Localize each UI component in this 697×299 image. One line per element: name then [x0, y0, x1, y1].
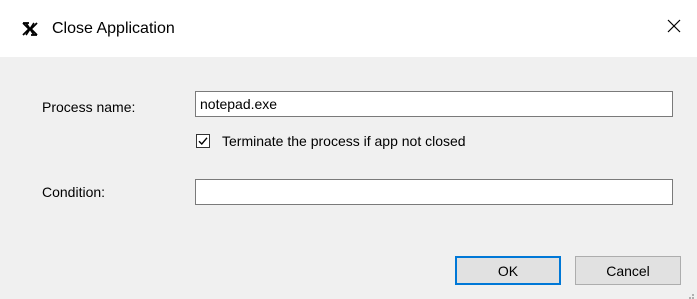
terminate-process-label: Terminate the process if app not closed [222, 133, 466, 149]
condition-label: Condition: [42, 184, 106, 200]
cancel-button[interactable]: Cancel [575, 256, 681, 285]
checkmark-icon [198, 137, 208, 146]
ok-button[interactable]: OK [455, 256, 561, 285]
process-name-input[interactable] [195, 91, 673, 117]
close-icon [666, 18, 682, 39]
window-close-button[interactable] [651, 0, 697, 57]
terminate-process-checkbox[interactable] [196, 134, 210, 148]
close-application-icon [22, 22, 38, 36]
condition-input[interactable] [195, 179, 673, 205]
process-name-label: Process name: [42, 99, 136, 115]
title-bar: Close Application [0, 0, 697, 57]
resize-grip-icon[interactable] [685, 287, 695, 299]
close-application-dialog: Close Application Process name: Terminat… [0, 0, 697, 299]
terminate-process-checkbox-row[interactable]: Terminate the process if app not closed [196, 131, 466, 151]
window-title: Close Application [52, 20, 175, 37]
